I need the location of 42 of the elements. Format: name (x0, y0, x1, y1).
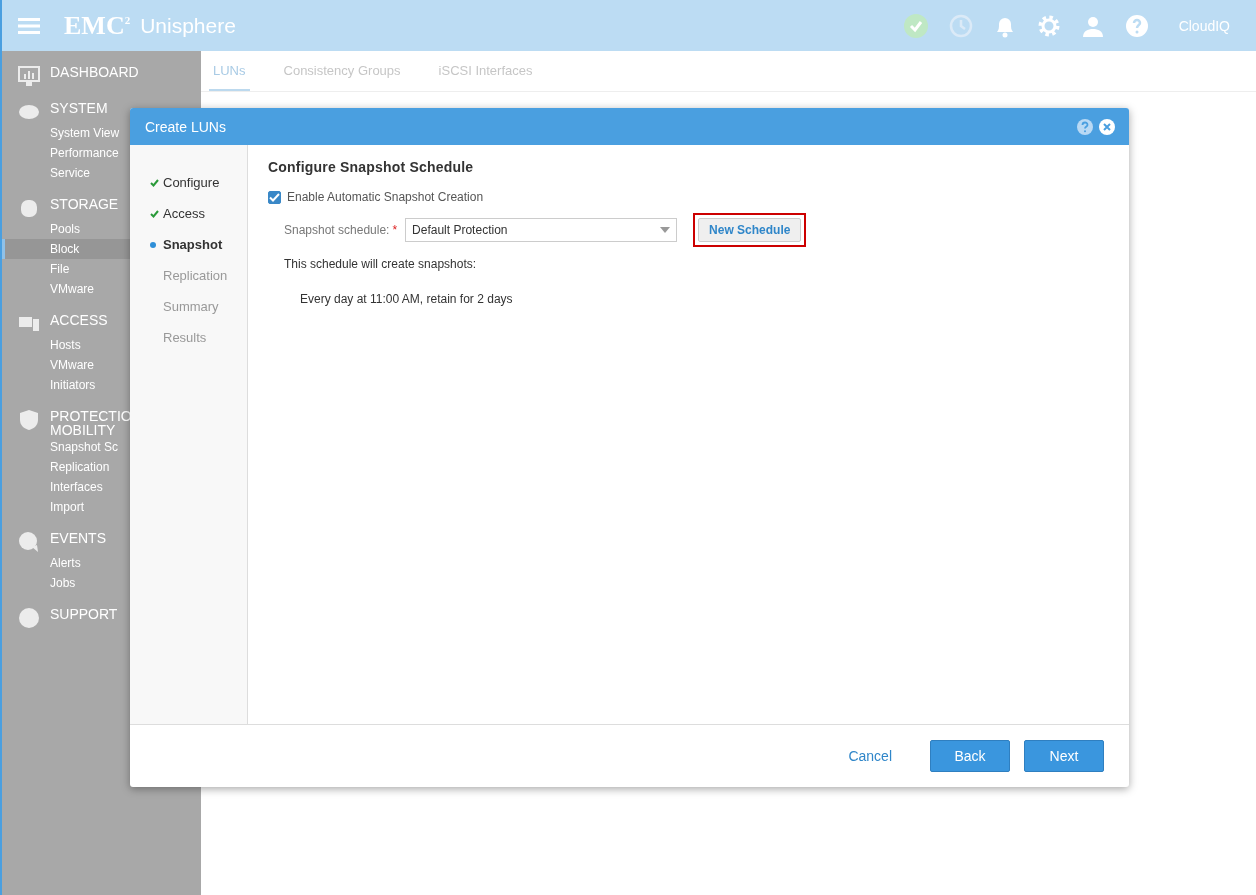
dialog-title: Create LUNs (145, 118, 227, 135)
sidebar-section-title[interactable]: ACCESS (50, 313, 108, 327)
settings-icon[interactable] (1036, 13, 1061, 38)
monitor-icon[interactable] (18, 65, 40, 87)
close-icon[interactable] (1099, 118, 1115, 135)
section-heading: Configure Snapshot Schedule (268, 159, 475, 175)
product-name: Unisphere (140, 13, 236, 38)
clock-icon[interactable] (948, 13, 973, 38)
sidebar-section-title[interactable]: STORAGE (50, 197, 119, 211)
wizard-step[interactable]: Access (163, 206, 205, 221)
alert-icon[interactable] (18, 531, 40, 553)
cloudiq-logo[interactable]: CloudIQ (1178, 17, 1230, 34)
checkbox[interactable] (268, 190, 281, 204)
schedule-rule: Every day at 11:00 AM, retain for 2 days (299, 292, 514, 306)
sidebar-section-title[interactable]: SUPPORT (50, 607, 118, 621)
tab[interactable]: iSCSI Interfaces (434, 63, 537, 89)
schedule-dropdown[interactable]: Default Protection (405, 218, 678, 242)
tab[interactable]: LUNs (209, 63, 250, 91)
wizard-step[interactable]: Results (163, 330, 207, 345)
caret-icon (660, 227, 671, 233)
field-label: Snapshot schedule: (284, 223, 390, 237)
logo: EMC$^{2}$ (64, 10, 131, 41)
tab[interactable]: Consistency Groups (279, 63, 405, 89)
schedule-description: This schedule will create snapshots: (283, 257, 478, 271)
current-step-icon (150, 241, 156, 248)
sidebar-section-title[interactable]: MOBILITY (50, 423, 132, 437)
wizard-step[interactable]: Replication (163, 268, 228, 283)
wizard-step[interactable]: Configure (163, 175, 220, 190)
cancel-link[interactable]: Cancel (848, 748, 892, 764)
required-mark: * (392, 223, 398, 237)
back-button[interactable]: Back (930, 740, 1010, 772)
next-button[interactable]: Next (1024, 740, 1104, 772)
sidebar-section-title[interactable]: PROTECTIO (50, 409, 132, 423)
checkbox-label: Enable Automatic Snapshot Creation (287, 190, 484, 204)
menu-icon[interactable] (18, 17, 40, 34)
status-check-icon[interactable] (902, 12, 929, 39)
wizard-step[interactable]: Summary (163, 299, 219, 314)
sidebar-section-title[interactable]: EVENTS (50, 531, 106, 545)
sidebar-section-title[interactable]: DASHBOARD (50, 65, 139, 79)
new-schedule-button[interactable]: New Schedule (698, 218, 802, 242)
sidebar-section-title[interactable]: SYSTEM (50, 101, 108, 115)
shield-icon[interactable] (18, 409, 40, 431)
